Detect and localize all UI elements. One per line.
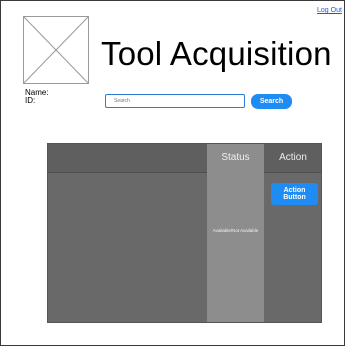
search-input[interactable] bbox=[105, 94, 245, 108]
status-cell: Available/Not Available bbox=[212, 228, 259, 233]
page-title: Tool Acquisition bbox=[101, 35, 332, 72]
logout-link[interactable]: Log Out bbox=[317, 7, 342, 14]
search-button[interactable]: Search bbox=[251, 94, 292, 109]
action-column-header: Action bbox=[279, 152, 307, 163]
results-table: Status Action Available/Not Available Ac… bbox=[47, 143, 322, 323]
action-button[interactable]: Action Button bbox=[271, 183, 318, 205]
user-info: Name: ID: bbox=[25, 89, 49, 105]
wireframe-frame: Log Out Tool Acquisition Name: ID: Searc… bbox=[0, 0, 345, 346]
image-placeholder-icon bbox=[23, 16, 89, 84]
status-column-header: Status bbox=[221, 152, 250, 163]
id-label: ID: bbox=[25, 96, 36, 105]
